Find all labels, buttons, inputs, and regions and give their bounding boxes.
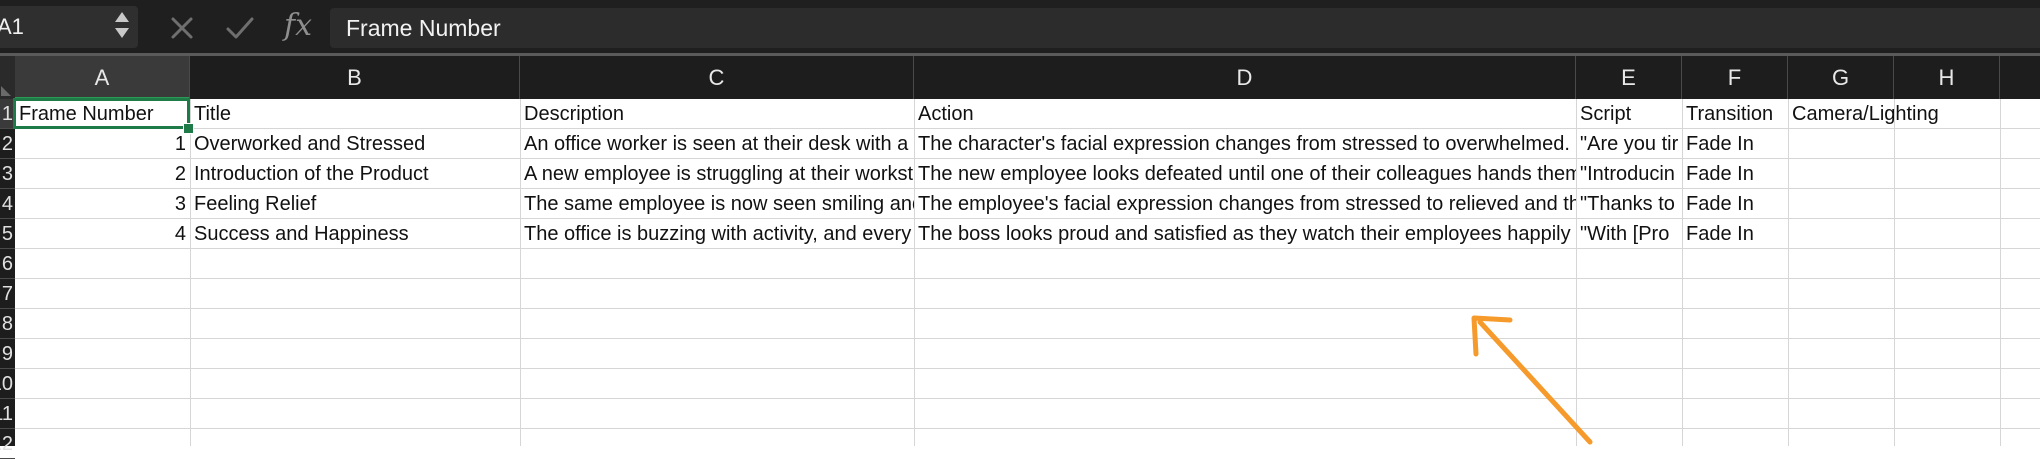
column-headers: A B C D E F G H — [0, 56, 2040, 99]
cell-c5[interactable]: The office is buzzing with activity, and… — [520, 219, 914, 249]
x-icon[interactable] — [162, 8, 202, 48]
cell-a3[interactable]: 2 — [15, 159, 190, 189]
cell-f2[interactable]: Fade In — [1682, 129, 1788, 159]
column-header-b[interactable]: B — [190, 56, 520, 99]
cell-e5[interactable]: "With [Pro — [1576, 219, 1682, 249]
cell-f4[interactable]: Fade In — [1682, 189, 1788, 219]
cell-d4[interactable]: The employee's facial expression changes… — [914, 189, 1576, 219]
row-header[interactable]: 8 — [0, 309, 15, 339]
name-box-stepper[interactable] — [112, 10, 132, 46]
fx-icon[interactable]: fx — [284, 6, 312, 46]
row-header[interactable]: 2 — [0, 129, 15, 159]
annotation-arrow-icon — [1471, 315, 1593, 445]
cell-d5[interactable]: The boss looks proud and satisfied as th… — [914, 219, 1576, 249]
cell-d3[interactable]: The new employee looks defeated until on… — [914, 159, 1576, 189]
cell-e1[interactable]: Script — [1576, 99, 1682, 129]
grid-line — [2000, 99, 2001, 446]
row-number: 2 — [1, 133, 13, 155]
row-header[interactable]: 3 — [0, 159, 15, 189]
chevron-up-icon[interactable] — [115, 12, 129, 22]
select-all-corner[interactable] — [0, 56, 15, 99]
row-header[interactable]: 6 — [0, 249, 15, 279]
cell-a4[interactable]: 3 — [15, 189, 190, 219]
cell-b2[interactable]: Overworked and Stressed — [190, 129, 520, 159]
formula-input[interactable] — [330, 8, 2040, 48]
column-header-a[interactable]: A — [15, 56, 190, 99]
grid-line — [1894, 99, 1895, 446]
row-header[interactable]: 9 — [0, 339, 15, 369]
row-number: 7 — [1, 283, 13, 305]
name-box-value: A1 — [0, 14, 24, 39]
row-number: 10 — [0, 373, 13, 395]
row-header[interactable]: 12 — [0, 429, 15, 459]
column-header-g[interactable]: G — [1788, 56, 1894, 99]
row-header[interactable]: 1 — [0, 99, 15, 129]
cell-f5[interactable]: Fade In — [1682, 219, 1788, 249]
cell-f3[interactable]: Fade In — [1682, 159, 1788, 189]
cell-b1[interactable]: Title — [190, 99, 520, 129]
fill-handle[interactable] — [183, 123, 194, 134]
cell-c4[interactable]: The same employee is now seen smiling an… — [520, 189, 914, 219]
row-number: 3 — [1, 163, 13, 185]
row-number: 1 — [1, 103, 13, 125]
column-header-d[interactable]: D — [914, 56, 1576, 99]
cell-e3[interactable]: "Introducin — [1576, 159, 1682, 189]
row-header[interactable]: 5 — [0, 219, 15, 249]
row-header[interactable]: 4 — [0, 189, 15, 219]
spreadsheet-grid: A B C D E F G H 1 2 3 4 5 6 7 8 9 10 11 … — [0, 56, 2040, 459]
cell-area: Frame Number Title Description Action Sc… — [13, 98, 2040, 446]
cell-a1[interactable]: Frame Number — [15, 99, 190, 129]
cell-b4[interactable]: Feeling Relief — [190, 189, 520, 219]
column-header-h[interactable]: H — [1894, 56, 2000, 99]
cell-b3[interactable]: Introduction of the Product — [190, 159, 520, 189]
row-number: 11 — [0, 403, 13, 425]
row-headers: 1 2 3 4 5 6 7 8 9 10 11 12 — [0, 99, 15, 459]
cell-f1[interactable]: Transition — [1682, 99, 1788, 129]
chevron-down-icon[interactable] — [115, 28, 129, 38]
checkmark-icon[interactable] — [220, 8, 260, 48]
cell-d1[interactable]: Action — [914, 99, 1576, 129]
row-number: 12 — [0, 433, 13, 455]
name-box[interactable]: A1 — [0, 6, 138, 48]
row-number: 6 — [1, 253, 13, 275]
row-number: 5 — [1, 223, 13, 245]
formula-bar: A1 fx — [0, 0, 2040, 56]
row-number: 9 — [1, 343, 13, 365]
cell-g1[interactable]: Camera/Lighting — [1788, 99, 2000, 129]
cell-a5[interactable]: 4 — [15, 219, 190, 249]
cell-a2[interactable]: 1 — [15, 129, 190, 159]
row-number: 4 — [1, 193, 13, 215]
cell-e2[interactable]: "Are you tir — [1576, 129, 1682, 159]
cell-d2[interactable]: The character's facial expression change… — [914, 129, 1576, 159]
select-all-triangle-icon — [1, 86, 11, 96]
cell-b5[interactable]: Success and Happiness — [190, 219, 520, 249]
row-header[interactable]: 11 — [0, 399, 15, 429]
grid-line — [1788, 99, 1789, 446]
cell-e4[interactable]: "Thanks to — [1576, 189, 1682, 219]
column-header-f[interactable]: F — [1682, 56, 1788, 99]
cell-c1[interactable]: Description — [520, 99, 914, 129]
column-header-c[interactable]: C — [520, 56, 914, 99]
row-header[interactable]: 7 — [0, 279, 15, 309]
row-number: 8 — [1, 313, 13, 335]
column-header-e[interactable]: E — [1576, 56, 1682, 99]
cell-c2[interactable]: An office worker is seen at their desk w… — [520, 129, 914, 159]
cell-c3[interactable]: A new employee is struggling at their wo… — [520, 159, 914, 189]
row-header[interactable]: 10 — [0, 369, 15, 399]
